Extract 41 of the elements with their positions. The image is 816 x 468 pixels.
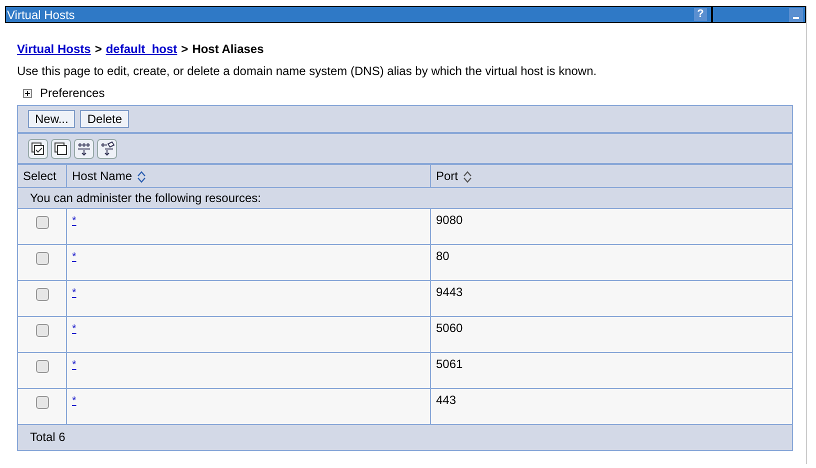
row-checkbox[interactable] — [36, 324, 48, 337]
row-checkbox[interactable] — [36, 288, 48, 301]
total-count: Total 6 — [30, 430, 66, 444]
preferences-label[interactable]: Preferences — [40, 85, 105, 101]
deselect-all-icon[interactable] — [51, 138, 71, 158]
sort-icon[interactable] — [137, 171, 146, 183]
minimize-icon[interactable] — [789, 8, 803, 22]
column-header[interactable]: Host Name — [72, 169, 132, 183]
page-description: Use this page to edit, create, or delete a domain name system (DNS) alias by which the virtual host is known. — [17, 63, 598, 79]
port-cell: 5060 — [436, 321, 463, 335]
host-name-link[interactable]: * — [72, 395, 76, 407]
group-label: You can administer the following resources: — [30, 191, 262, 205]
row-checkbox[interactable] — [36, 252, 48, 265]
row-checkbox[interactable] — [36, 396, 48, 409]
breadcrumb-separator: > — [181, 41, 188, 57]
clear-filter-icon[interactable] — [97, 138, 117, 158]
breadcrumb-link[interactable]: Virtual Hosts — [17, 41, 91, 57]
host-name-link[interactable]: * — [72, 287, 76, 299]
filter-icon[interactable] — [74, 138, 94, 158]
port-cell: 9080 — [436, 213, 463, 227]
column-header[interactable]: Port — [436, 169, 458, 183]
host-name-link[interactable]: * — [72, 323, 76, 335]
window-title: Virtual Hosts — [6, 8, 76, 22]
toolbar-button[interactable]: New... — [28, 110, 76, 128]
row-checkbox[interactable] — [36, 360, 48, 373]
breadcrumb-separator: > — [94, 41, 102, 57]
host-name-link[interactable]: * — [72, 359, 76, 371]
host-name-link[interactable]: * — [72, 215, 76, 227]
breadcrumb-current: Host Aliases — [192, 41, 264, 57]
toolbar-button[interactable]: Delete — [80, 110, 130, 128]
row-checkbox[interactable] — [36, 216, 48, 229]
sort-icon[interactable] — [463, 171, 472, 183]
host-name-link[interactable]: * — [72, 251, 76, 263]
column-header: Select — [18, 165, 67, 187]
expand-icon[interactable] — [23, 88, 32, 98]
port-cell: 5061 — [436, 357, 463, 371]
port-cell: 443 — [436, 393, 456, 407]
port-cell: 9443 — [436, 285, 463, 299]
breadcrumb-link[interactable]: default_host — [106, 41, 178, 57]
select-all-icon[interactable] — [28, 138, 48, 158]
port-cell: 80 — [436, 249, 450, 263]
